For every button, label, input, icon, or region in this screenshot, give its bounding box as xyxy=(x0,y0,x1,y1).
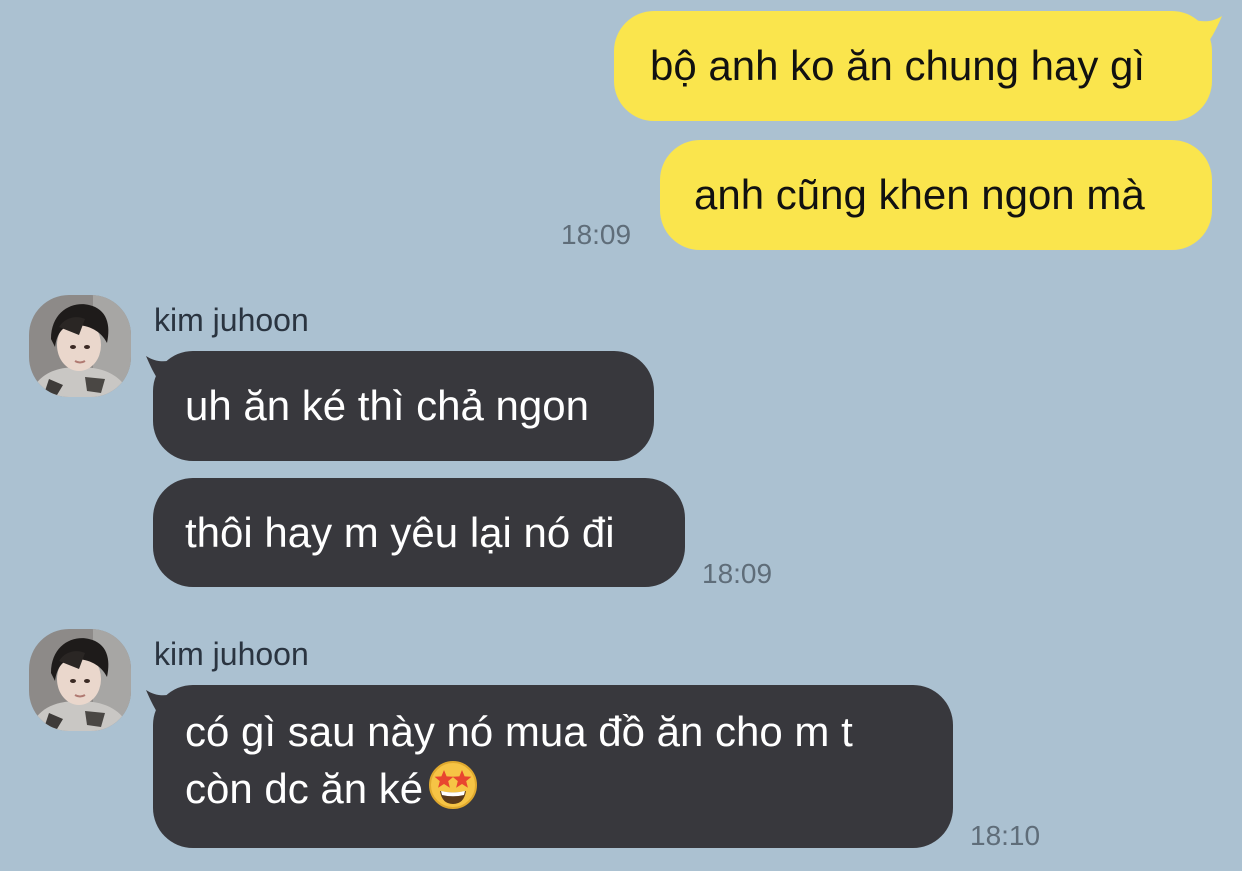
message-timestamp: 18:09 xyxy=(702,558,773,589)
message-text: thôi hay m yêu lại nó đi xyxy=(185,508,615,556)
sender-avatar[interactable] xyxy=(29,295,131,397)
sender-name: kim juhoon xyxy=(154,636,309,672)
chat-area[interactable]: bộ anh ko ăn chung hay gì anh cũng khen … xyxy=(0,0,1242,871)
incoming-message-bubble[interactable]: thôi hay m yêu lại nó đi xyxy=(153,478,685,587)
incoming-message-bubble[interactable]: uh ăn ké thì chả ngon xyxy=(153,351,654,461)
profile-photo-icon xyxy=(29,629,131,731)
message-text: anh cũng khen ngon mà xyxy=(694,171,1145,218)
message-text: uh ăn ké thì chả ngon xyxy=(185,382,589,429)
sender-avatar[interactable] xyxy=(29,629,131,731)
profile-photo-icon xyxy=(29,295,131,397)
message-timestamp: 18:09 xyxy=(561,219,632,250)
outgoing-message-bubble[interactable]: anh cũng khen ngon mà xyxy=(660,140,1212,250)
message-text-line: có gì sau này nó mua đồ ăn cho m t xyxy=(185,708,853,755)
message-text: bộ anh ko ăn chung hay gì xyxy=(650,42,1146,89)
incoming-message-bubble[interactable]: có gì sau này nó mua đồ ăn cho m t còn d… xyxy=(153,685,953,848)
sender-name: kim juhoon xyxy=(154,302,309,338)
message-timestamp: 18:10 xyxy=(970,820,1041,851)
message-text-line: còn dc ăn ké xyxy=(185,765,424,812)
message-text-line-wrapper: còn dc ăn ké xyxy=(185,759,921,816)
outgoing-message-bubble[interactable]: bộ anh ko ăn chung hay gì xyxy=(614,11,1212,121)
star-struck-emoji-icon xyxy=(429,761,478,809)
